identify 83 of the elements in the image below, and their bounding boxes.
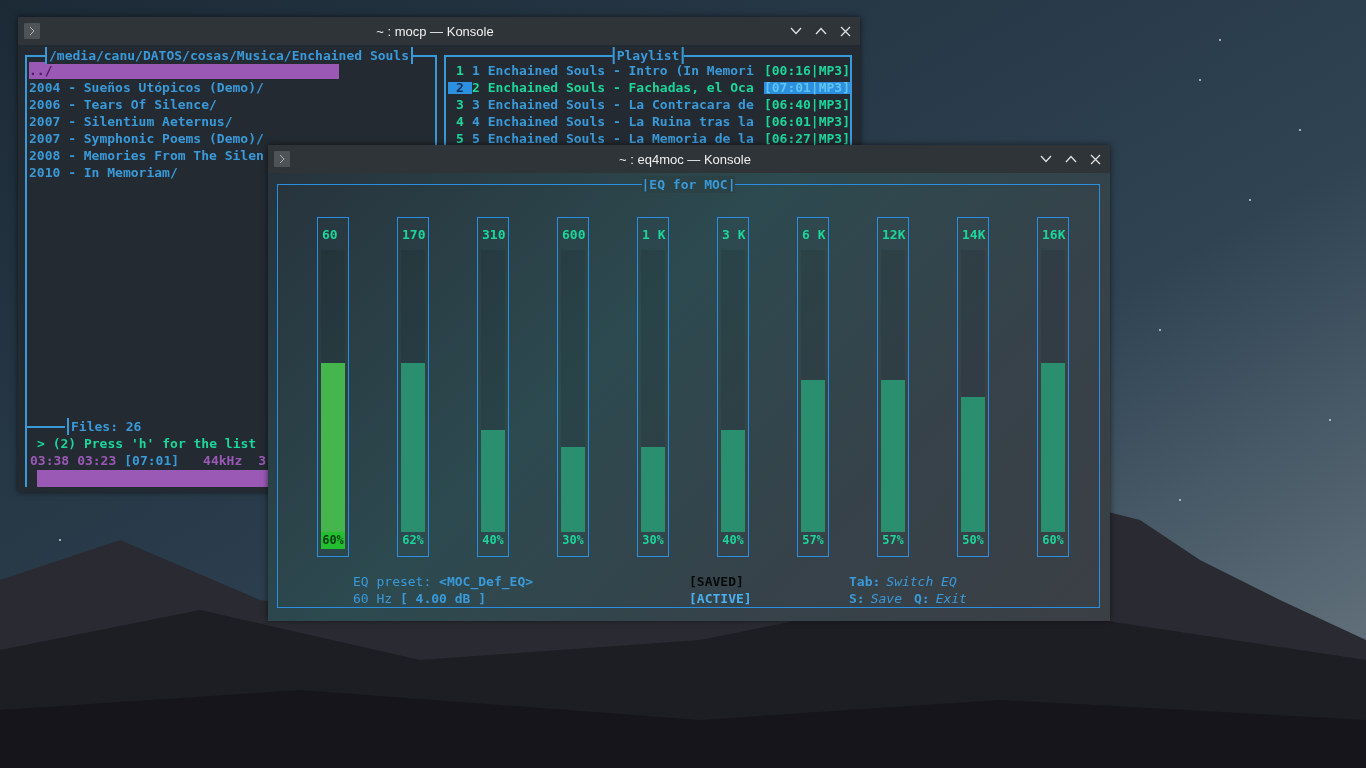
band-slider[interactable]: 170 62% [397,217,429,557]
eq-state-label: [ACTIVE] [689,590,753,607]
band-slider[interactable]: 310 40% [477,217,509,557]
band-slider[interactable]: 12K 57% [877,217,909,557]
window-title: ~ : eq4moc — Konsole [619,151,751,167]
band-slider[interactable]: 16K 60% [1037,217,1069,557]
preset-label: EQ preset: [353,574,432,589]
frequency-label: 60 Hz [353,591,393,606]
band-frequency: 12K [881,226,907,243]
status-field: [07:01] [124,452,180,469]
folder-item[interactable]: 2004 - Sueños Utópicos (Demo)/ [29,79,264,96]
status-field: 44kHz [203,452,243,469]
status-field: 3 [258,452,267,469]
band-frequency: 3 K [721,226,747,243]
band-frequency: 170 [401,226,427,243]
shortcut-action: Save [870,590,902,607]
band-percentage: 60% [1041,532,1065,549]
track-title: 2 Enchained Souls - Fachadas, el Oca [472,81,755,94]
folder-item[interactable]: 2008 - Memories From The Silen [29,147,264,164]
terminal-icon[interactable] [24,23,40,39]
band-frequency: 14K [961,226,987,243]
preset-name: <MOC_Def_EQ> [439,574,534,589]
folder-item[interactable]: 2007 - Silentium Aeternus/ [29,113,233,130]
band-percentage: 60% [321,532,345,549]
track-duration: [00:16|MP3] [763,64,850,77]
shortcut-action: Switch EQ [886,573,957,590]
folder-item[interactable]: 2010 - In Memoriam/ [29,164,178,181]
track-title: 4 Enchained Souls - La Ruina tras la [472,115,755,128]
shortcut-key: Q: [913,590,930,607]
band-percentage: 57% [801,532,825,549]
folder-item[interactable]: 2006 - Tears Of Silence/ [29,96,217,113]
close-icon[interactable] [1090,153,1101,165]
minimize-icon[interactable] [790,27,802,35]
track-duration: [06:40|MP3] [763,98,850,111]
folder-item[interactable]: 2007 - Symphonic Poems (Demo)/ [29,130,264,147]
band-frequency: 310 [481,226,507,243]
track-title: 1 Enchained Souls - Intro (In Memori [472,64,755,77]
window-title: ~ : mocp — Konsole [376,23,494,39]
file-count: Files: 26 [67,418,142,435]
band-slider[interactable]: 1 K 30% [637,217,669,557]
band-slider[interactable]: 6 K 57% [797,217,829,557]
maximize-icon[interactable] [1065,155,1077,163]
band-slider[interactable]: 60 60% [317,217,349,557]
band-percentage: 57% [881,532,905,549]
status-message: > (2) Press 'h' for the list [36,435,258,452]
band-frequency: 6 K [801,226,827,243]
track-number[interactable]: 4 [448,115,472,128]
shortcut-key: Tab: [849,573,881,590]
band-percentage: 62% [401,532,425,549]
close-icon[interactable] [840,25,851,37]
track-duration: [07:01|MP3] [763,81,850,94]
maximize-icon[interactable] [815,27,827,35]
panel-title: Playlist [612,47,684,64]
track-number[interactable]: 1 [448,64,472,77]
band-slider[interactable]: 3 K 40% [717,217,749,557]
panel-title: |EQ for MOC| [641,176,736,193]
shortcut-action: Exit [935,590,967,607]
band-percentage: 50% [961,532,985,549]
status-field: 03:23 [77,452,117,469]
band-frequency: 60 [321,226,339,243]
band-slider[interactable]: 600 30% [557,217,589,557]
minimize-icon[interactable] [1040,155,1052,163]
status-field: 03:38 [30,452,70,469]
band-percentage: 30% [561,532,585,549]
folder-path: /media/canu/DATOS/cosas/Musica/Enchained Souls [45,47,414,64]
track-title: 5 Enchained Souls - La Memoria de la [472,132,755,145]
band-percentage: 30% [641,532,665,549]
band-percentage: 40% [481,532,505,549]
band-percentage: 40% [721,532,745,549]
shortcut-key: S: [849,590,865,607]
terminal-icon[interactable] [274,151,290,167]
band-slider[interactable]: 14K 50% [957,217,989,557]
track-number[interactable]: 2 [448,81,472,94]
track-title: 3 Enchained Souls - La Contracara de [472,98,755,111]
band-frequency: 1 K [641,226,667,243]
track-number[interactable]: 3 [448,98,472,111]
eq-state-label: [SAVED] [689,573,745,590]
band-frequency: 16K [1041,226,1067,243]
track-duration: [06:01|MP3] [763,115,850,128]
track-number[interactable]: 5 [448,132,472,145]
gain-value: [ 4.00 dB ] [399,591,487,606]
track-duration: [06:27|MP3] [763,132,850,145]
band-frequency: 600 [561,226,587,243]
